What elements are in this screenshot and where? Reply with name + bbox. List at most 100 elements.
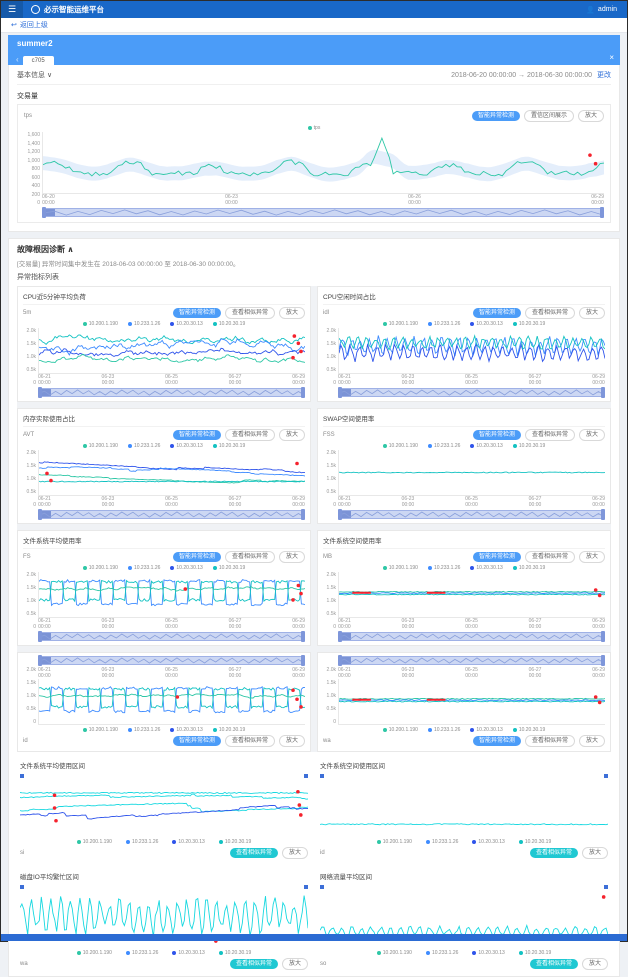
similar-anomaly-button[interactable]: 查看相似异常: [525, 429, 575, 441]
anomaly-detect-button[interactable]: 智能异常检测: [173, 430, 221, 440]
legend-item[interactable]: 10.233.1.26: [128, 565, 160, 571]
slider-handle-left[interactable]: [42, 207, 46, 218]
legend-item[interactable]: 10.20.30.19: [219, 839, 251, 845]
range-handle-icon[interactable]: [20, 885, 24, 889]
legend-item[interactable]: 10.20.30.19: [513, 727, 545, 733]
slider-handle-left[interactable]: [38, 631, 42, 642]
zoom-in-button[interactable]: 放大: [579, 551, 605, 563]
legend-item[interactable]: 10.20.30.13: [170, 321, 202, 327]
similar-anomaly-button[interactable]: 查看相似异常: [525, 735, 575, 747]
datazoom-slider[interactable]: [38, 632, 305, 641]
legend-item[interactable]: 10.200.1.190: [83, 443, 118, 449]
legend-item[interactable]: 10.200.1.190: [77, 950, 112, 956]
zoom-in-button[interactable]: 放大: [579, 429, 605, 441]
legend-item[interactable]: 10.200.1.190: [77, 839, 112, 845]
slider-handle-right[interactable]: [600, 207, 604, 218]
slider-handle-left[interactable]: [38, 509, 42, 520]
datazoom-slider[interactable]: [338, 656, 605, 665]
anomaly-detect-button[interactable]: 智能异常检测: [173, 736, 221, 746]
anomaly-detect-button[interactable]: 智能异常检测: [473, 552, 521, 562]
legend-item[interactable]: 10.233.1.26: [428, 727, 460, 733]
legend-item[interactable]: 10.233.1.26: [128, 727, 160, 733]
range-handle-icon[interactable]: [304, 774, 308, 778]
range-handle-icon[interactable]: [604, 774, 608, 778]
legend-item[interactable]: 10.20.30.19: [519, 950, 551, 956]
datazoom-slider[interactable]: [38, 388, 305, 397]
similar-anomaly-button[interactable]: 查看相似异常: [525, 551, 575, 563]
legend-item[interactable]: 10.20.30.19: [513, 443, 545, 449]
legend-item[interactable]: 10.233.1.26: [128, 321, 160, 327]
zoom-in-button[interactable]: 放大: [582, 847, 608, 859]
legend-item[interactable]: 10.20.30.19: [513, 565, 545, 571]
range-handle-icon[interactable]: [320, 774, 324, 778]
slider-handle-right[interactable]: [601, 509, 605, 520]
legend-item[interactable]: 10.20.30.13: [170, 727, 202, 733]
legend-item[interactable]: 10.200.1.190: [83, 727, 118, 733]
zoom-in-button[interactable]: 放大: [282, 958, 308, 970]
similar-anomaly-button[interactable]: 查看相似异常: [225, 429, 275, 441]
slider-handle-left[interactable]: [38, 655, 42, 666]
zoom-in-button[interactable]: 放大: [279, 735, 305, 747]
confidence-band-button[interactable]: 置信区间展示: [524, 110, 574, 122]
legend-item[interactable]: 10.20.30.19: [519, 839, 551, 845]
slider-handle-right[interactable]: [301, 655, 305, 666]
back-link[interactable]: ↩ 返回上级: [11, 20, 48, 30]
slider-handle-right[interactable]: [301, 509, 305, 520]
legend-item[interactable]: 10.20.30.13: [470, 443, 502, 449]
slider-handle-right[interactable]: [601, 387, 605, 398]
anomaly-detect-button[interactable]: 智能异常检测: [473, 736, 521, 746]
zoom-in-button[interactable]: 放大: [578, 110, 604, 122]
zoom-in-button[interactable]: 放大: [279, 551, 305, 563]
similar-anomaly-button[interactable]: 查看相似异常: [230, 848, 278, 858]
slider-handle-right[interactable]: [601, 631, 605, 642]
slider-handle-left[interactable]: [38, 387, 42, 398]
datazoom-slider[interactable]: [38, 656, 305, 665]
slider-handle-left[interactable]: [338, 631, 342, 642]
zoom-in-button[interactable]: 放大: [279, 429, 305, 441]
similar-anomaly-button[interactable]: 查看相似异常: [225, 551, 275, 563]
legend-item[interactable]: 10.200.1.190: [383, 443, 418, 449]
datazoom-slider[interactable]: [38, 510, 305, 519]
legend-item[interactable]: 10.233.1.26: [426, 839, 458, 845]
datazoom-slider[interactable]: [42, 208, 604, 217]
anomaly-detect-button[interactable]: 智能异常检测: [472, 111, 520, 121]
user-menu[interactable]: 👤 admin: [586, 6, 617, 14]
datazoom-slider[interactable]: [338, 632, 605, 641]
legend-item[interactable]: tps: [308, 125, 321, 131]
anomaly-detect-button[interactable]: 智能异常检测: [473, 308, 521, 318]
legend-item[interactable]: 10.20.30.13: [172, 839, 204, 845]
legend-item[interactable]: 10.200.1.190: [377, 950, 412, 956]
datazoom-slider[interactable]: [338, 510, 605, 519]
similar-anomaly-button[interactable]: 查看相似异常: [225, 307, 275, 319]
legend-item[interactable]: 10.20.30.13: [472, 950, 504, 956]
anomaly-detect-button[interactable]: 智能异常检测: [173, 308, 221, 318]
range-handle-icon[interactable]: [320, 885, 324, 889]
legend-item[interactable]: 10.20.30.13: [172, 950, 204, 956]
legend-item[interactable]: 10.20.30.13: [470, 727, 502, 733]
slider-handle-left[interactable]: [338, 655, 342, 666]
legend-item[interactable]: 10.20.30.19: [213, 443, 245, 449]
change-range-link[interactable]: 更改: [597, 72, 611, 79]
anomaly-detect-button[interactable]: 智能异常检测: [473, 430, 521, 440]
legend-item[interactable]: 10.233.1.26: [428, 565, 460, 571]
zoom-in-button[interactable]: 放大: [279, 307, 305, 319]
legend-item[interactable]: 10.233.1.26: [428, 443, 460, 449]
anomaly-detect-button[interactable]: 智能异常检测: [173, 552, 221, 562]
similar-anomaly-button[interactable]: 查看相似异常: [530, 959, 578, 969]
legend-item[interactable]: 10.200.1.190: [83, 565, 118, 571]
basic-info-toggle[interactable]: 基本信息 ∨: [17, 70, 52, 80]
legend-item[interactable]: 10.20.30.19: [219, 950, 251, 956]
legend-item[interactable]: 10.20.30.19: [513, 321, 545, 327]
close-icon[interactable]: ×: [609, 53, 614, 62]
legend-item[interactable]: 10.233.1.26: [128, 443, 160, 449]
legend-item[interactable]: 10.200.1.190: [383, 321, 418, 327]
slider-handle-left[interactable]: [338, 509, 342, 520]
similar-anomaly-button[interactable]: 查看相似异常: [230, 959, 278, 969]
legend-item[interactable]: 10.20.30.13: [170, 565, 202, 571]
slider-handle-right[interactable]: [301, 387, 305, 398]
legend-item[interactable]: 10.20.30.13: [470, 565, 502, 571]
range-handle-icon[interactable]: [304, 885, 308, 889]
legend-item[interactable]: 10.233.1.26: [126, 950, 158, 956]
zoom-in-button[interactable]: 放大: [582, 958, 608, 970]
legend-item[interactable]: 10.200.1.190: [377, 839, 412, 845]
